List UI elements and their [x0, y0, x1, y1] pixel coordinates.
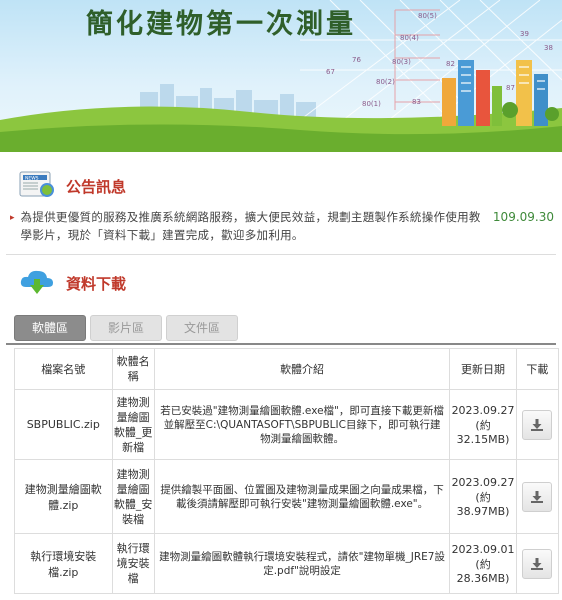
- table-header-row: 檔案名號 軟體名稱 軟體介紹 更新日期 下載: [14, 348, 560, 390]
- tab-software[interactable]: 軟體區: [14, 315, 86, 341]
- downloads-title: 資料下載: [66, 274, 127, 293]
- tab-documents[interactable]: 文件區: [166, 315, 238, 341]
- software-name: 執行環境安裝檔: [111, 533, 155, 594]
- software-name: 建物測量繪圖軟體_更新檔: [111, 389, 155, 460]
- download-cell: [515, 389, 560, 460]
- update-date: 2023.09.27: [451, 403, 515, 417]
- file-size: (約32.15MB): [456, 418, 510, 446]
- update-date-cell: 2023.09.27 (約32.15MB): [449, 389, 517, 460]
- column-header: 軟體名稱: [111, 348, 155, 390]
- software-description: 提供繪製平面圖、位置圖及建物測量成果圖之向量成果檔，下載後須請解壓即可執行安裝"…: [153, 459, 451, 534]
- file-size: (約28.36MB): [456, 557, 510, 585]
- divider: [6, 254, 556, 255]
- download-button[interactable]: [522, 409, 553, 440]
- column-header: 更新日期: [449, 348, 517, 390]
- announcement-item[interactable]: ▸ 為提供更優質的服務及推廣系統網路服務，擴大便民效益，規劃主題製作系統操作使用…: [0, 208, 562, 244]
- tab-video[interactable]: 影片區: [90, 315, 162, 341]
- download-tabs: 軟體區 影片區 文件區: [0, 315, 562, 341]
- download-cell: [515, 459, 560, 534]
- update-date-cell: 2023.09.27 (約38.97MB): [449, 459, 517, 534]
- grid-label: 80(4): [400, 34, 419, 42]
- svg-text:NEWS: NEWS: [25, 176, 39, 182]
- announcement-title: 公告訊息: [66, 177, 127, 196]
- cloud-download-icon: [18, 265, 56, 301]
- header-banner: 80(5) 80(4) 80(3) 80(2) 80(1) 67 76 39 3…: [0, 0, 562, 152]
- software-description: 建物測量繪圖軟體執行環境安裝程式，請依"建物單機_JRE7設定.pdf"說明設定: [153, 533, 451, 594]
- file-name: SBPUBLIC.zip: [14, 389, 113, 460]
- update-date-cell: 2023.09.01 (約28.36MB): [449, 533, 517, 594]
- update-date: 2023.09.27: [451, 475, 515, 489]
- grid-label: 83: [412, 98, 421, 106]
- download-icon: [531, 490, 544, 503]
- download-cell: [515, 533, 560, 594]
- announcement-header: NEWS 公告訊息: [0, 164, 562, 208]
- download-table: 檔案名號 軟體名稱 軟體介紹 更新日期 下載 SBPUBLIC.zip 建物測量…: [14, 348, 560, 594]
- grid-label: 80(5): [418, 12, 437, 20]
- file-name: 建物測量繪圖軟體.zip: [14, 459, 113, 534]
- file-name: 執行環境安裝檔.zip: [14, 533, 113, 594]
- grid-label: 80(3): [392, 58, 411, 66]
- grid-label: 67: [326, 68, 335, 76]
- grid-label: 80(1): [362, 100, 381, 108]
- grid-label: 82: [446, 60, 455, 68]
- grid-label: 87: [506, 84, 515, 92]
- column-header: 下載: [515, 348, 560, 390]
- tabs-underline: [6, 343, 556, 345]
- page-title: 簡化建物第一次測量: [86, 9, 356, 40]
- announcement-date: 109.09.30: [492, 210, 554, 224]
- download-button[interactable]: [522, 548, 553, 579]
- downloads-header: 資料下載: [0, 261, 562, 305]
- bullet-icon: ▸: [10, 213, 15, 223]
- software-description: 若已安裝過"建物測量繪圖軟體.exe檔"，即可直接下載更新檔並解壓至C:\QUA…: [153, 389, 451, 460]
- update-date: 2023.09.01: [451, 542, 515, 556]
- table-row: SBPUBLIC.zip 建物測量繪圖軟體_更新檔 若已安裝過"建物測量繪圖軟體…: [14, 389, 560, 460]
- grid-label: 76: [352, 56, 361, 64]
- software-name: 建物測量繪圖軟體_安裝檔: [111, 459, 155, 534]
- table-row: 執行環境安裝檔.zip 執行環境安裝檔 建物測量繪圖軟體執行環境安裝程式，請依"…: [14, 533, 560, 594]
- column-header: 檔案名號: [14, 348, 113, 390]
- grid-label: 80(2): [376, 78, 395, 86]
- column-header: 軟體介紹: [153, 348, 451, 390]
- download-icon: [531, 557, 544, 570]
- download-icon: [531, 418, 544, 431]
- file-size: (約38.97MB): [456, 490, 510, 518]
- announcement-text[interactable]: 為提供更優質的服務及推廣系統網路服務，擴大便民效益，規劃主題製作系統操作使用教學…: [21, 208, 485, 244]
- grid-label: 38: [544, 44, 553, 52]
- download-button[interactable]: [522, 481, 553, 512]
- table-row: 建物測量繪圖軟體.zip 建物測量繪圖軟體_安裝檔 提供繪製平面圖、位置圖及建物…: [14, 459, 560, 534]
- news-icon: NEWS: [18, 169, 56, 203]
- grid-label: 39: [520, 30, 529, 38]
